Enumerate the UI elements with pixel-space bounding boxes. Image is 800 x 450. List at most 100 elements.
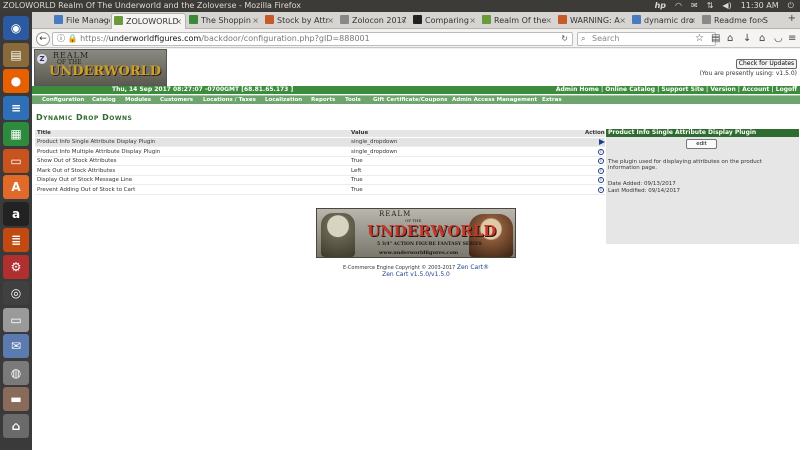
row-title: Show Out of Stock Attributes (37, 158, 117, 164)
menu-item[interactable]: Catalog (92, 96, 116, 104)
last-modified: Last Modified: 09/14/2017 (608, 188, 680, 194)
reading-list-icon[interactable]: ▤ (711, 33, 720, 44)
zen-cart-version[interactable]: Zen Cart v1.5.0/v1.5.0 (32, 271, 800, 278)
info-icon[interactable]: ⓘ (57, 34, 65, 43)
browser-tab[interactable]: Readme for Sto× (700, 13, 768, 29)
back-button[interactable]: ← (36, 32, 50, 46)
printer-icon[interactable]: ▭ (3, 307, 29, 332)
row-title: Product Info Multiple Attribute Display … (37, 148, 161, 155)
volume-icon[interactable]: ◀) (722, 0, 731, 12)
files-icon[interactable]: ▤ (3, 42, 29, 67)
footer-banner[interactable]: REALM OF THE UNDERWORLD 5 3/4" ACTION FI… (316, 208, 516, 258)
site-logo[interactable]: Z REALM OF THE UNDERWORLD (34, 49, 167, 86)
address-bar[interactable]: ⓘ 🔒 https://underworldfigures.com/backdo… (52, 32, 573, 46)
browser-tab[interactable]: Realm Of the × (480, 13, 555, 29)
check-updates-button[interactable]: Check for Updates (736, 59, 797, 69)
menu-item[interactable]: Tools (345, 96, 361, 104)
table-row[interactable]: Prevent Adding Out of Stock to Cart True i (35, 186, 605, 195)
tab-strip: + File Manager×ZOLOWORLD×The Shoppin×Sto… (32, 12, 800, 29)
menu-item[interactable]: Admin Access Management (452, 96, 537, 104)
tab-close-icon[interactable]: × (469, 13, 476, 28)
info-icon[interactable]: i (598, 167, 604, 174)
tab-close-icon[interactable]: × (100, 13, 107, 28)
table-row[interactable]: Display Out of Stock Message Line True i (35, 176, 605, 185)
tab-close-icon[interactable]: × (545, 13, 552, 28)
info-icon[interactable]: i (598, 158, 604, 164)
browser-tab[interactable]: dynamic dro × (630, 13, 699, 29)
header-link[interactable]: Logoff (776, 86, 797, 93)
writer-icon[interactable]: ≡ (3, 95, 29, 120)
browser-tab[interactable]: Comparing × (411, 13, 479, 29)
impress-icon[interactable]: ▭ (3, 148, 29, 173)
firefox-icon[interactable]: ● (3, 69, 29, 93)
menu-item[interactable]: Reports (311, 96, 335, 104)
tab-close-icon[interactable]: × (252, 13, 259, 28)
browser-tab[interactable]: The Shoppin × (187, 13, 262, 29)
menu-item[interactable]: Customers (160, 96, 193, 104)
evolution-icon[interactable]: ✉ (3, 334, 29, 358)
reload-icon[interactable]: ↻ (561, 33, 568, 45)
download-icon[interactable]: ↓ (743, 33, 751, 44)
table-row[interactable]: Show Out of Stock Attributes True i (35, 157, 605, 166)
zen-cart-link[interactable]: Zen Cart® (457, 264, 489, 271)
menu-item[interactable]: Gift Certificate/Coupons (373, 96, 447, 104)
drive-icon[interactable]: ▬ (3, 387, 29, 411)
window-title: ZOLOWORLD Realm Of The Underworld and th… (3, 1, 301, 10)
tab-close-icon[interactable]: × (619, 13, 626, 28)
header-link[interactable]: Support Site (661, 86, 704, 93)
menu-item[interactable]: Extras (542, 96, 562, 104)
tab-favicon-icon (413, 15, 422, 24)
amazon-icon[interactable]: a (3, 201, 29, 226)
new-tab-button[interactable]: + (788, 13, 796, 24)
screenshot-icon[interactable]: ◎ (3, 281, 29, 305)
pocket-icon[interactable]: ◡ (774, 33, 783, 44)
menu-icon[interactable]: ≡ (788, 33, 796, 44)
tab-favicon-icon (265, 15, 274, 24)
info-icon[interactable]: i (598, 186, 604, 193)
tab-label: Realm Of the (494, 16, 547, 25)
browser-tab[interactable]: File Manager× (52, 13, 110, 29)
network-icon[interactable]: ⇅ (707, 0, 714, 12)
ubuntu-dash-icon[interactable]: ◉ (3, 16, 29, 40)
home-button-icon[interactable]: ⌂ (759, 33, 765, 44)
wifi-icon[interactable]: ◠ (675, 0, 682, 12)
browser-tab[interactable]: Zolocon 2017 Pa× (338, 13, 410, 29)
calc-icon[interactable]: ▦ (3, 122, 29, 146)
tab-close-icon[interactable]: × (758, 13, 765, 28)
tab-close-icon[interactable]: × (400, 13, 407, 28)
menu-item[interactable]: Modules (125, 96, 151, 104)
disk-icon[interactable]: ◍ (3, 360, 29, 385)
header-link[interactable]: Admin Home (556, 86, 599, 93)
table-row[interactable]: Product Info Multiple Attribute Display … (35, 148, 605, 157)
table-row[interactable]: Product Info Single Attribute Display Pl… (35, 138, 605, 147)
menu-item[interactable]: Configuration (42, 96, 84, 104)
trash-icon[interactable]: ⌂ (3, 413, 29, 438)
row-value: True (351, 186, 363, 193)
tab-close-icon[interactable]: × (689, 13, 696, 28)
browser-tab[interactable]: ZOLOWORLD × (111, 13, 186, 29)
menu-item[interactable]: Locations / Taxes (203, 96, 256, 104)
info-icon[interactable]: i (598, 177, 604, 183)
header-link[interactable]: Online Catalog (605, 86, 655, 93)
hp-icon[interactable]: hp (655, 0, 666, 12)
mail-icon[interactable]: ✉ (691, 0, 698, 12)
browser-tab[interactable]: WARNING: A × (556, 13, 629, 29)
tab-close-icon[interactable]: × (327, 13, 334, 28)
settings-icon[interactable]: ⚙ (3, 254, 29, 279)
menu-item[interactable]: Localization (265, 96, 302, 104)
text-editor-icon[interactable]: ≣ (3, 228, 29, 252)
bookmark-star-icon[interactable]: ☆ (695, 33, 704, 44)
home-icon[interactable]: ⌂ (727, 33, 733, 44)
header-link[interactable]: Account (742, 86, 769, 93)
clock[interactable]: 11:30 AM (741, 0, 779, 12)
info-icon[interactable]: i (598, 148, 604, 155)
header-link[interactable]: Version (710, 86, 735, 93)
power-icon[interactable]: ⏻ (788, 0, 794, 12)
column-value: Value (351, 130, 369, 136)
search-icon: ⌕ (581, 34, 586, 43)
software-center-icon[interactable]: A (3, 175, 29, 199)
tab-close-icon[interactable]: × (175, 14, 182, 29)
browser-tab[interactable]: Stock by Attr × (263, 13, 337, 29)
table-row[interactable]: Mark Out of Stock Attributes Left i (35, 167, 605, 176)
edit-button[interactable]: edit (686, 139, 717, 149)
